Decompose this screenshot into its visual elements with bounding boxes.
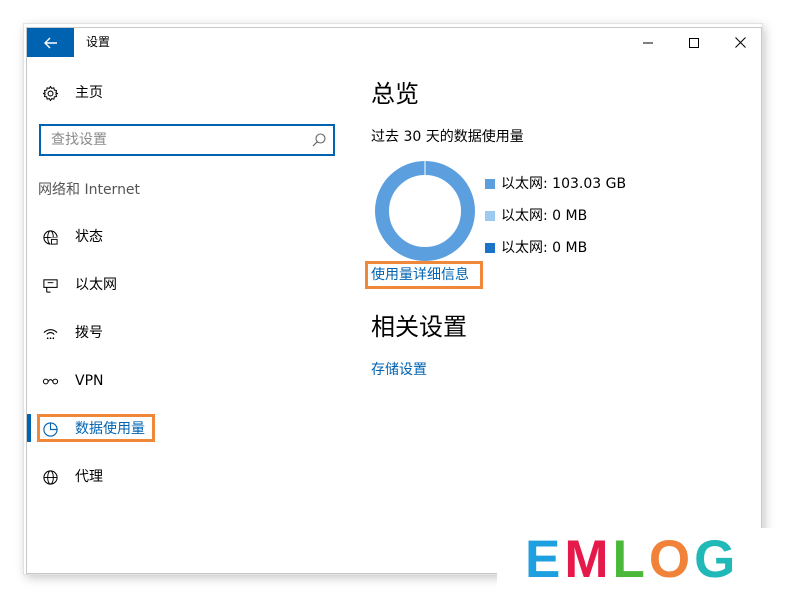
sidebar-item-label: 状态 — [75, 229, 103, 245]
sidebar-item-home[interactable]: 主页 — [41, 82, 103, 104]
legend-swatch — [485, 243, 495, 253]
legend-swatch — [485, 211, 495, 221]
sidebar-item-dialup[interactable]: 拨号 — [41, 322, 103, 344]
legend-label: 以太网: 0 MB — [501, 240, 588, 256]
maximize-button[interactable] — [671, 28, 717, 57]
usage-donut-chart — [375, 161, 475, 261]
related-settings-title: 相关设置 — [371, 313, 467, 341]
search-icon[interactable] — [311, 132, 327, 148]
close-icon — [734, 37, 746, 48]
close-button[interactable] — [717, 28, 763, 57]
vpn-icon — [41, 372, 59, 390]
page: 设置 主页 查找设置 网络和 Internet 状态 以太网 拨号 VPN 数据… — [0, 0, 790, 597]
watermark-logo: EMLOG — [525, 530, 739, 590]
highlight-box — [365, 261, 483, 289]
settings-window: 设置 主页 查找设置 网络和 Internet 状态 以太网 拨号 VPN 数据… — [26, 27, 762, 574]
watermark-letter: E — [525, 530, 565, 589]
legend-item: 以太网: 0 MB — [485, 232, 626, 264]
back-button[interactable] — [27, 28, 74, 57]
window-title: 设置 — [86, 35, 111, 49]
sidebar-item-label: 以太网 — [75, 277, 117, 293]
sidebar-item-label: 拨号 — [75, 325, 103, 341]
storage-settings-link[interactable]: 存储设置 — [371, 360, 427, 380]
legend-label: 以太网: 0 MB — [501, 208, 588, 224]
sidebar-item-label: 主页 — [75, 85, 103, 101]
legend-item: 以太网: 0 MB — [485, 200, 626, 232]
sidebar-item-status[interactable]: 状态 — [41, 226, 103, 248]
title-bar: 设置 — [27, 28, 761, 57]
usage-caption: 过去 30 天的数据使用量 — [371, 129, 524, 145]
page-title: 总览 — [371, 80, 419, 108]
highlight-box — [37, 414, 155, 442]
maximize-icon — [689, 37, 699, 48]
ethernet-icon — [41, 276, 59, 294]
arrow-left-icon — [43, 37, 57, 48]
proxy-globe-icon — [41, 468, 59, 486]
watermark-letter: G — [694, 530, 740, 589]
search-input[interactable] — [41, 126, 311, 154]
watermark-letter: O — [648, 530, 695, 589]
watermark-letter: M — [564, 530, 613, 589]
chart-legend: 以太网: 103.03 GB 以太网: 0 MB 以太网: 0 MB — [485, 168, 626, 264]
donut-slice — [375, 161, 475, 261]
search-box — [39, 124, 335, 156]
legend-label: 以太网: 103.03 GB — [501, 176, 627, 192]
watermark-letter: L — [612, 530, 649, 589]
gear-icon — [41, 84, 59, 102]
sidebar-item-vpn[interactable]: VPN — [41, 370, 104, 392]
legend-item: 以太网: 103.03 GB — [485, 168, 626, 200]
minimize-icon — [643, 42, 653, 43]
selected-indicator — [27, 414, 31, 442]
sidebar-item-label: 代理 — [75, 469, 103, 485]
minimize-button[interactable] — [625, 28, 671, 57]
sidebar-item-proxy[interactable]: 代理 — [41, 466, 103, 488]
legend-swatch — [485, 179, 495, 189]
section-heading: 网络和 Internet — [38, 182, 141, 198]
globe-status-icon — [41, 228, 59, 246]
sidebar-item-ethernet[interactable]: 以太网 — [41, 274, 117, 296]
sidebar-item-label: VPN — [75, 373, 104, 389]
watermark: EMLOG — [497, 528, 790, 597]
dialup-icon — [41, 324, 59, 342]
